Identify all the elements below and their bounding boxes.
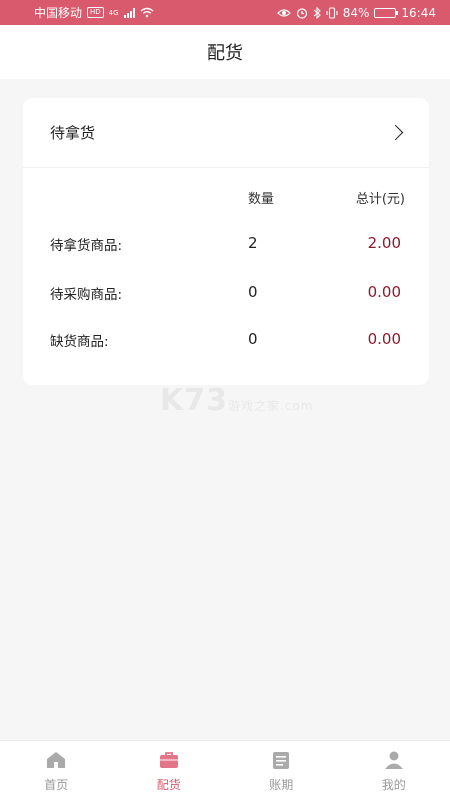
- carrier-label: 中国移动: [34, 6, 83, 20]
- tab-label: 我的: [381, 777, 406, 792]
- battery-percent: 84%: [342, 5, 370, 20]
- home-icon: [47, 751, 66, 768]
- row-amount: 2.00: [367, 234, 401, 252]
- vibrate-icon: [326, 6, 338, 19]
- alarm-icon: [296, 7, 307, 19]
- app-header: 配货: [0, 25, 450, 79]
- row-label: 待采购商品:: [50, 287, 123, 303]
- bag-icon: [159, 751, 178, 768]
- status-bar: 中国移动 HD 4G 84% 16:44: [0, 0, 450, 25]
- bottom-tab-bar: 首页 配货 账期 我的: [0, 740, 450, 800]
- tab-home[interactable]: 首页: [16, 749, 96, 793]
- row-label: 缺货商品:: [50, 334, 109, 350]
- eye-icon: [276, 8, 291, 17]
- column-header-total: 总计(元): [355, 192, 405, 207]
- user-icon: [384, 751, 403, 769]
- row-amount: 0.00: [367, 283, 401, 301]
- watermark-logo: K73游戏之家.com: [160, 383, 313, 418]
- pending-pickup-link[interactable]: 待拿货: [23, 98, 429, 168]
- watermark-name: 游戏之家: [228, 399, 281, 413]
- tab-label: 首页: [44, 777, 69, 792]
- row-amount: 0.00: [367, 330, 401, 348]
- row-label: 待拿货商品:: [50, 238, 123, 254]
- table-row[interactable]: 待拿货商品: 2 2.00: [23, 234, 429, 254]
- watermark-mark: K73: [160, 383, 228, 418]
- page-title: 配货: [207, 43, 243, 64]
- tab-label: 账期: [269, 777, 294, 792]
- watermark-domain: .com: [280, 399, 314, 413]
- distribution-card: 待拿货 数量 总计(元) 待拿货商品: 2 2.00 待采购商品: 0 0.00…: [23, 98, 429, 385]
- hd-badge: HD: [87, 7, 104, 18]
- row-quantity: 0: [248, 330, 258, 348]
- card-title: 待拿货: [50, 124, 96, 142]
- ledger-icon: [273, 751, 290, 769]
- row-quantity: 2: [248, 234, 258, 252]
- bluetooth-icon: [313, 6, 321, 19]
- tab-distribution[interactable]: 配货: [129, 749, 209, 793]
- network-label: 4G: [108, 8, 119, 17]
- wifi-icon: [140, 7, 154, 18]
- battery-icon: [374, 7, 399, 18]
- table-row[interactable]: 缺货商品: 0 0.00: [23, 330, 429, 350]
- tab-mine[interactable]: 我的: [354, 749, 434, 793]
- table-row[interactable]: 待采购商品: 0 0.00: [23, 283, 429, 303]
- tab-billing[interactable]: 账期: [241, 749, 321, 793]
- status-time: 16:44: [401, 5, 436, 20]
- signal-icon: [123, 7, 135, 18]
- tab-label: 配货: [156, 777, 181, 792]
- row-quantity: 0: [248, 283, 258, 301]
- column-header-quantity: 数量: [248, 192, 275, 207]
- chevron-right-icon: [387, 124, 404, 141]
